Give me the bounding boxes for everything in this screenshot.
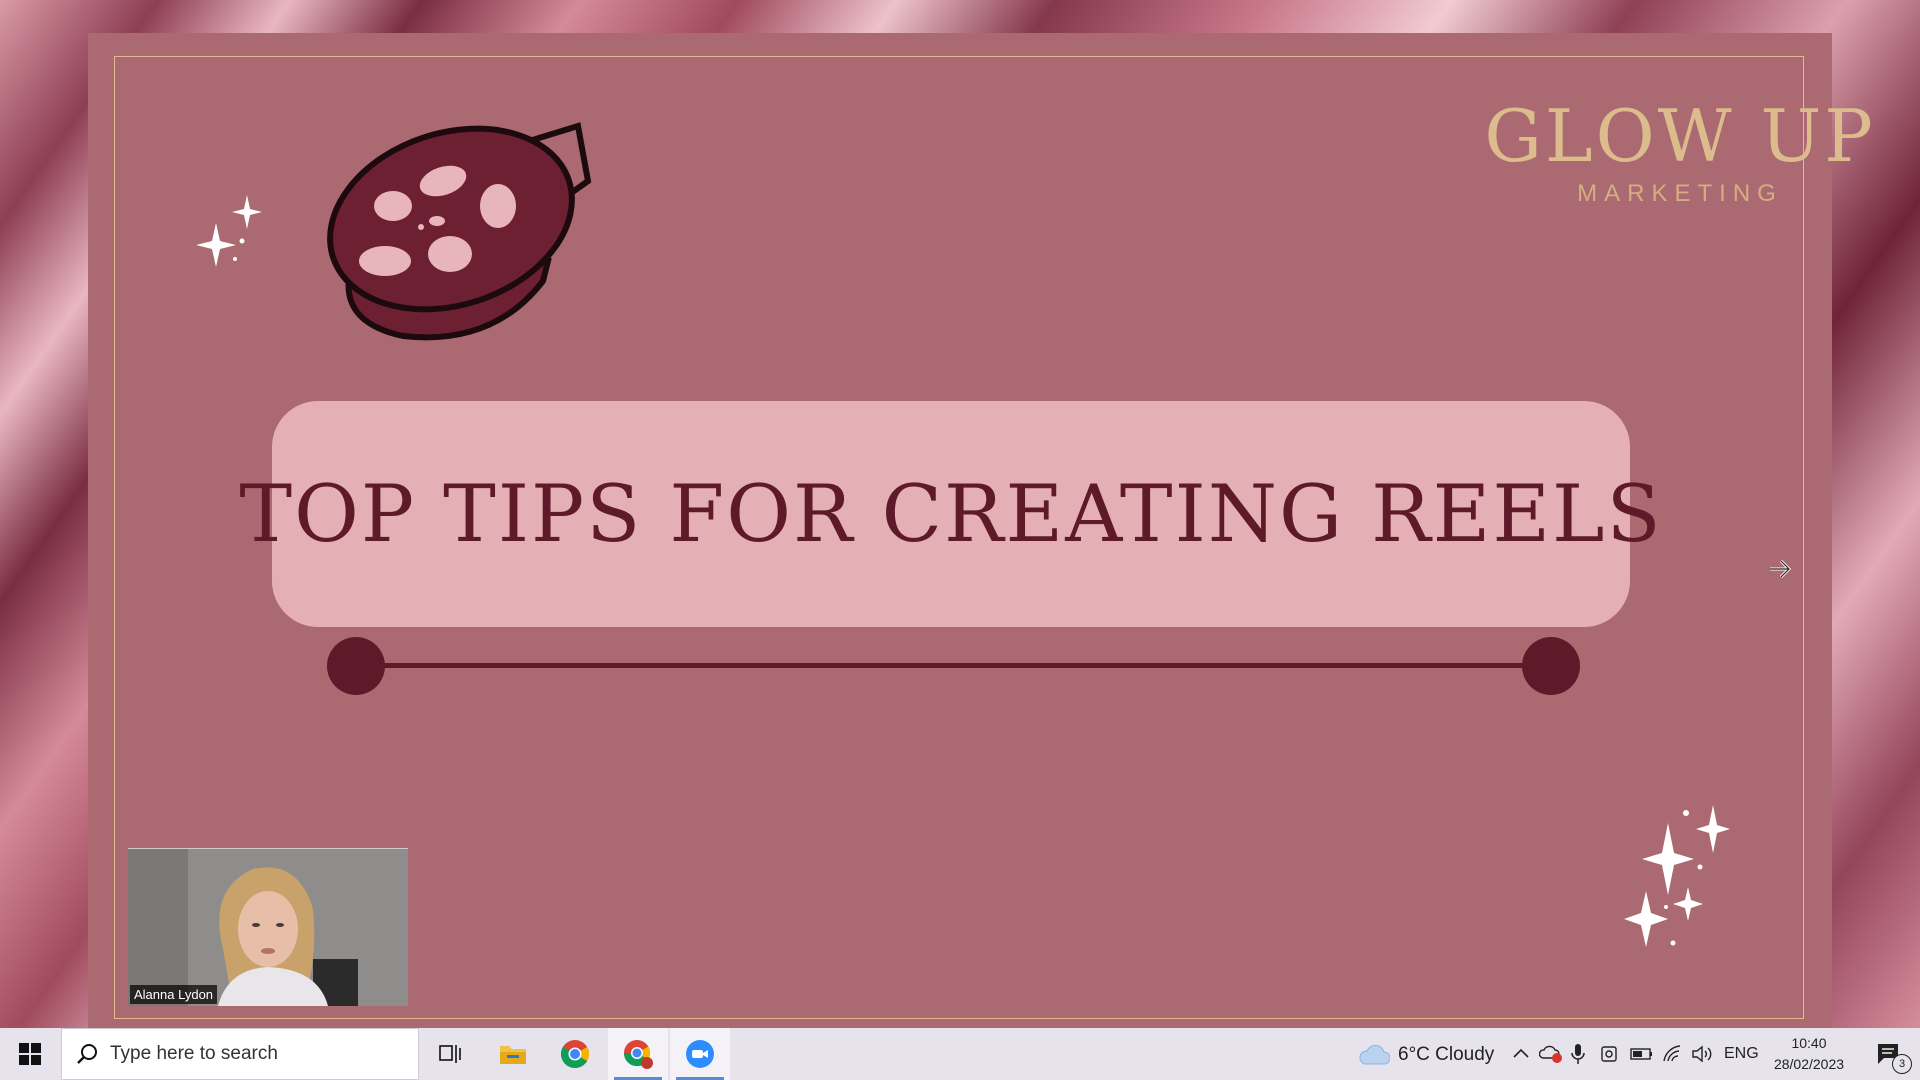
file-explorer-button[interactable] <box>483 1028 543 1080</box>
folder-icon <box>500 1046 526 1064</box>
chrome-icon <box>561 1040 589 1068</box>
film-reel-icon <box>327 122 592 341</box>
logo-title: GLOW UP <box>1484 94 1876 178</box>
search-icon <box>77 1044 97 1064</box>
zoom-button[interactable] <box>670 1028 730 1080</box>
start-button[interactable] <box>0 1028 60 1080</box>
cloud-icon[interactable] <box>1358 1042 1390 1066</box>
participant-name: Alanna Lydon <box>130 985 218 1004</box>
webcam-video[interactable]: Alanna Lydon <box>128 848 408 1006</box>
task-view-icon <box>439 1045 461 1063</box>
search-placeholder: Type here to search <box>110 1043 278 1064</box>
language-indicator[interactable]: ENG <box>1724 1045 1759 1063</box>
taskbar-search-box[interactable]: Type here to search <box>61 1028 419 1080</box>
chevron-up-icon[interactable] <box>1512 1046 1530 1060</box>
participant-video-icon <box>128 849 408 1006</box>
volume-icon[interactable] <box>1691 1044 1715 1064</box>
battery-icon[interactable] <box>1630 1046 1654 1062</box>
camera-icon[interactable] <box>1600 1044 1620 1064</box>
wifi-icon[interactable] <box>1662 1044 1684 1064</box>
arrow-cursor-icon <box>1770 559 1792 579</box>
notifications-button[interactable]: 3 <box>1862 1028 1920 1080</box>
cloud-sync-error-icon[interactable] <box>1539 1044 1563 1064</box>
logo-subtitle: MARKETING <box>1577 180 1783 207</box>
microphone-icon[interactable] <box>1570 1042 1586 1066</box>
timeline-line <box>356 663 1552 668</box>
notification-count: 3 <box>1892 1054 1912 1074</box>
title-banner: TOP TIPS FOR CREATING REELS <box>239 401 1661 627</box>
taskbar: Type here to search 6°C Cloudy ENG 10:40… <box>0 1028 1920 1080</box>
weather-text[interactable]: 6°C Cloudy <box>1398 1044 1494 1066</box>
sparkle-icon <box>1624 805 1730 947</box>
slide-title: TOP TIPS FOR CREATING REELS <box>239 468 1663 560</box>
sparkle-icon <box>196 195 262 267</box>
chrome-button[interactable] <box>545 1028 605 1080</box>
clock-time: 10:40 <box>1791 1035 1827 1051</box>
chrome-profile-icon <box>623 1040 653 1069</box>
brand-logo: GLOW UP MARKETING <box>1450 96 1910 208</box>
timeline-dot-left <box>327 637 385 695</box>
windows-icon <box>19 1043 41 1065</box>
timeline-dot-right <box>1522 637 1580 695</box>
task-view-button[interactable] <box>420 1028 480 1080</box>
chrome-profile-button[interactable] <box>608 1028 668 1080</box>
zoom-icon <box>686 1040 714 1068</box>
clock-date: 28/02/2023 <box>1773 1056 1845 1072</box>
system-clock[interactable]: 10:40 28/02/2023 <box>1764 1033 1854 1075</box>
